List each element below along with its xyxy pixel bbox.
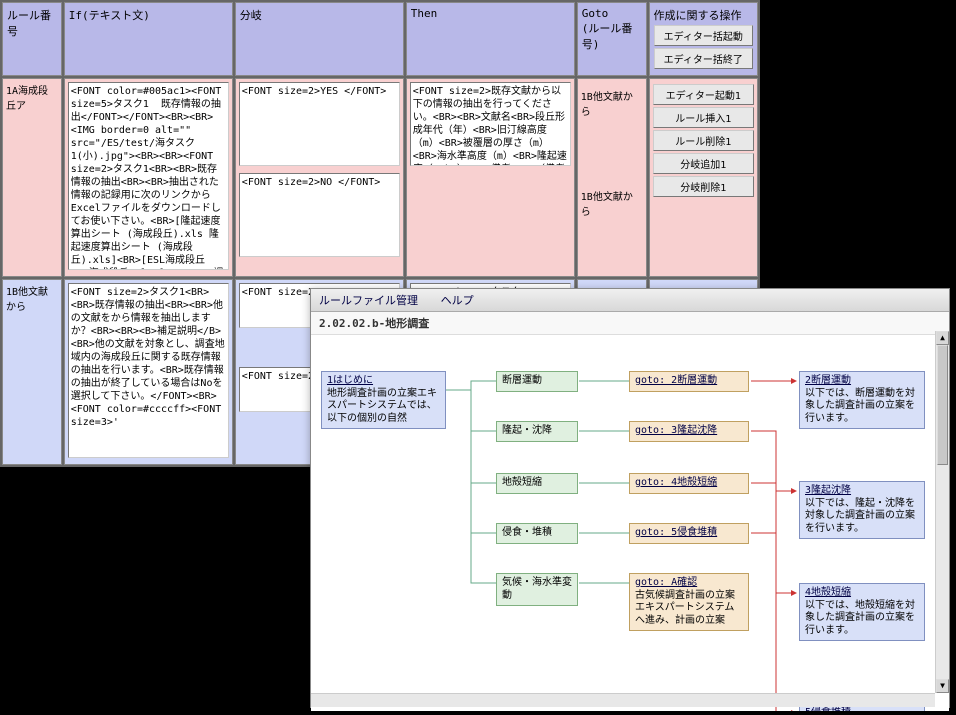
- goto-label: 1B他文献から: [581, 188, 643, 218]
- rule-no-cell: 1B他文献から: [2, 279, 62, 465]
- node-text: 地形調査計画の立案エキスパートシステムでは、以下の個別の自然: [327, 388, 437, 424]
- goto-label: 1B他文献から: [581, 88, 643, 118]
- col-rule-no: ルール番号: [2, 2, 62, 76]
- col-branch: 分岐: [235, 2, 404, 76]
- flowchart-title: 2.02.02.b-地形調査: [311, 312, 949, 335]
- node-goto[interactable]: goto: 2断層運動: [629, 371, 749, 392]
- vertical-scrollbar[interactable]: ▲ ▼: [935, 331, 949, 693]
- scroll-down-icon[interactable]: ▼: [936, 679, 949, 693]
- node-result[interactable]: 3隆起沈降以下では、隆起・沈降を対象した調査計画の立案を行います。: [799, 481, 925, 539]
- node-branch[interactable]: 地殻短縮: [496, 473, 578, 494]
- branch-no-input[interactable]: [239, 173, 400, 257]
- col-if: If(テキスト文): [64, 2, 233, 76]
- menu-help[interactable]: ヘルプ: [441, 294, 474, 307]
- editor-batch-start-button[interactable]: エディター括起動: [654, 25, 753, 46]
- branch-del-button[interactable]: 分岐削除1: [653, 176, 754, 197]
- node-goto[interactable]: goto: 5侵食堆積: [629, 523, 749, 544]
- then-input[interactable]: [410, 82, 571, 166]
- node-goto[interactable]: goto: 4地殻短縮: [629, 473, 749, 494]
- node-result[interactable]: 2断層運動以下では、断層運動を対象した調査計画の立案を行います。: [799, 371, 925, 429]
- menubar: ルールファイル管理 ヘルプ: [311, 289, 949, 312]
- node-result[interactable]: 4地殻短縮以下では、地殻短縮を対象した調査計画の立案を行います。: [799, 583, 925, 641]
- editor-batch-end-button[interactable]: エディター括終了: [654, 48, 753, 69]
- menu-file[interactable]: ルールファイル管理: [319, 294, 418, 307]
- rule-no-cell: 1A海成段丘ア: [2, 78, 62, 277]
- editor-start-button[interactable]: エディター起動1: [653, 84, 754, 105]
- branch-yes-input[interactable]: [239, 82, 400, 166]
- node-branch[interactable]: 気候・海水準変動: [496, 573, 578, 606]
- node-intro[interactable]: 1はじめに 地形調査計画の立案エキスパートシステムでは、以下の個別の自然: [321, 371, 446, 429]
- col-goto: Goto (ルール番号): [577, 2, 647, 76]
- if-text-input[interactable]: [68, 283, 229, 458]
- node-branch[interactable]: 断層運動: [496, 371, 578, 392]
- col-ops: 作成に関する操作 エディター括起動 エディター括終了: [649, 2, 758, 76]
- horizontal-scrollbar[interactable]: [311, 693, 935, 707]
- table-row: 1A海成段丘ア 1B他文献から 1B他文献から エディター起動1 ルール挿入1 …: [2, 78, 758, 277]
- col-then: Then: [406, 2, 575, 76]
- node-branch[interactable]: 侵食・堆積: [496, 523, 578, 544]
- flowchart-window: ルールファイル管理 ヘルプ 2.02.02.b-地形調査: [310, 288, 950, 708]
- rule-insert-button[interactable]: ルール挿入1: [653, 107, 754, 128]
- scroll-thumb[interactable]: [937, 345, 948, 465]
- node-goto[interactable]: goto: A確認古気候調査計画の立案エキスパートシステムへ進み、計画の立案: [629, 573, 749, 631]
- branch-add-button[interactable]: 分岐追加1: [653, 153, 754, 174]
- node-goto[interactable]: goto: 3隆起沈降: [629, 421, 749, 442]
- flowchart-canvas[interactable]: 1はじめに 地形調査計画の立案エキスパートシステムでは、以下の個別の自然 断層運…: [311, 335, 949, 711]
- node-branch[interactable]: 隆起・沈降: [496, 421, 578, 442]
- if-text-input[interactable]: [68, 82, 229, 270]
- rule-delete-button[interactable]: ルール削除1: [653, 130, 754, 151]
- scroll-up-icon[interactable]: ▲: [936, 331, 949, 345]
- node-title[interactable]: 1はじめに: [327, 375, 440, 388]
